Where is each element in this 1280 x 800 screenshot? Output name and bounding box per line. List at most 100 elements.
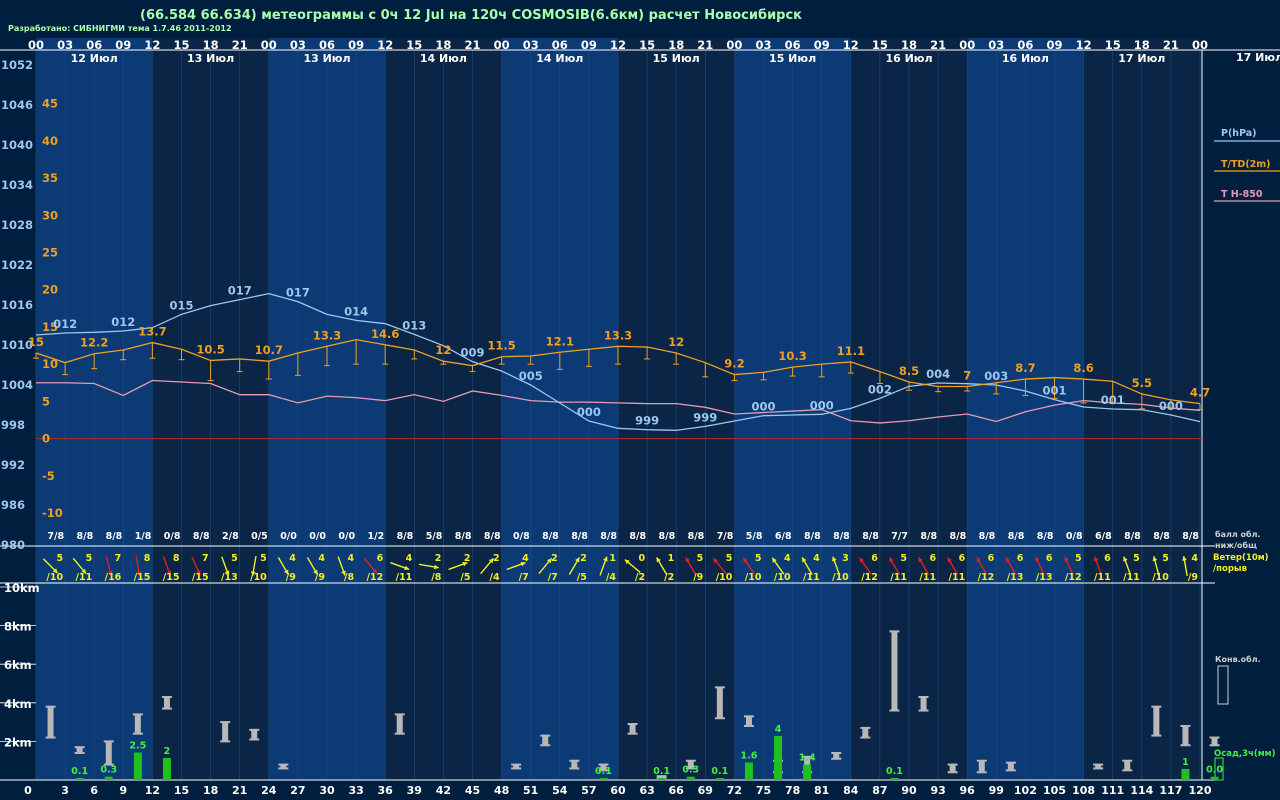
temperature-data-label: 8.6 bbox=[1073, 361, 1093, 375]
precip-bar bbox=[162, 758, 171, 780]
wind-speed-label: 7 bbox=[115, 553, 122, 564]
top-hour-tick-label: 12 bbox=[843, 38, 859, 52]
bottom-hour-tick-label: 120 bbox=[1189, 784, 1212, 797]
bottom-hour-tick-label: 84 bbox=[843, 784, 859, 797]
precip-value-label: 0.1 bbox=[71, 766, 88, 777]
top-hour-tick-label: 03 bbox=[755, 38, 771, 52]
wind-speed-label: 5 bbox=[755, 553, 762, 564]
top-hour-tick-label: 00 bbox=[261, 38, 277, 52]
temperature-data-label: 14.6 bbox=[371, 327, 399, 341]
wind-speed-label: 6 bbox=[929, 553, 936, 564]
wind-gust-label: /12 bbox=[366, 572, 383, 583]
cloud-cover-label: 8/8 bbox=[193, 531, 210, 542]
top-hour-tick-label: 09 bbox=[115, 38, 131, 52]
precip-value-label: 0.1 bbox=[886, 766, 903, 777]
wind-gust-label: /13 bbox=[1007, 572, 1024, 583]
date-label: 17 Июл bbox=[1118, 52, 1165, 65]
temperature-tick-label: 20 bbox=[42, 283, 58, 297]
bottom-hour-tick-label: 24 bbox=[261, 784, 277, 797]
developer-credit: Разработано: СИБНИГМИ тема 1.7.46 2011-2… bbox=[8, 23, 232, 33]
cloud-cover-label: 8/8 bbox=[833, 531, 850, 542]
wind-speed-label: 7 bbox=[202, 553, 209, 564]
wind-gust-label: /4 bbox=[606, 572, 616, 583]
wind-speed-label: 6 bbox=[988, 553, 995, 564]
date-label: 15 Июл bbox=[769, 52, 816, 65]
bottom-hour-tick-label: 69 bbox=[698, 784, 713, 797]
wind-speed-label: 5 bbox=[1075, 553, 1082, 564]
wind-gust-label: /15 bbox=[134, 572, 151, 583]
pressure-tick-label: 1046 bbox=[1, 98, 33, 112]
convective-cloud-bar bbox=[920, 697, 927, 711]
cloud-cover-label: 0/0 bbox=[338, 531, 355, 542]
pressure-data-label: 002 bbox=[868, 382, 892, 396]
bottom-hour-tick-label: 75 bbox=[756, 784, 771, 797]
top-hour-tick-label: 15 bbox=[173, 38, 189, 52]
pressure-data-label: 001 bbox=[1042, 384, 1066, 398]
convective-cloud-bar bbox=[163, 697, 170, 709]
cloud-cover-label: 0/5 bbox=[251, 531, 268, 542]
wind-speed-label: 5 bbox=[1162, 553, 1169, 564]
wind-gust-label: /11 bbox=[1094, 572, 1111, 583]
precip-bar bbox=[890, 778, 899, 780]
temperature-data-label: 12.2 bbox=[80, 336, 108, 350]
cloud-cover-label: 0/8 bbox=[513, 531, 530, 542]
wind-speed-label: 3 bbox=[842, 553, 849, 564]
temperature-data-label: 9.2 bbox=[724, 357, 744, 371]
top-hour-tick-label: 15 bbox=[1105, 38, 1121, 52]
convective-cloud-bar bbox=[978, 760, 985, 773]
wind-gust-label: /11 bbox=[890, 572, 907, 583]
wind-gust-label: /7 bbox=[519, 572, 529, 583]
top-hour-tick-label: 12 bbox=[377, 38, 393, 52]
precip-value-label: 4 bbox=[775, 724, 782, 735]
bottom-hour-tick-label: 87 bbox=[872, 784, 887, 797]
bottom-hour-tick-label: 93 bbox=[930, 784, 945, 797]
precip-value-label: 1.6 bbox=[741, 750, 758, 761]
convective-cloud-bar bbox=[1211, 737, 1218, 746]
wind-speed-label: 1 bbox=[668, 553, 675, 564]
meteogram-chart: 00 03 06 09 12 15 18 21 00 03 06 09 12 15 18 21 00 03 06 09… bbox=[0, 0, 1280, 800]
legend-convective-label: Конв.обл. bbox=[1215, 654, 1261, 664]
top-hour-tick-label: 18 bbox=[1134, 38, 1150, 52]
temperature-tick-label: -10 bbox=[42, 506, 63, 520]
precip-bar bbox=[1181, 769, 1190, 780]
wind-speed-label: 5 bbox=[1133, 553, 1140, 564]
height-tick-label: 6km bbox=[4, 658, 32, 672]
top-hour-tick-label: 15 bbox=[406, 38, 422, 52]
pressure-data-label: 013 bbox=[402, 318, 426, 332]
convective-cloud-bar bbox=[1153, 706, 1160, 736]
wind-gust-label: /13 bbox=[1036, 572, 1053, 583]
legend-temperature-label: T/TD(2m) bbox=[1221, 159, 1271, 170]
wind-gust-label: /12 bbox=[978, 572, 995, 583]
cloud-cover-label: 0/8 bbox=[164, 531, 181, 542]
wind-speed-label: 5 bbox=[260, 553, 267, 564]
temperature-tick-label: 45 bbox=[42, 97, 58, 111]
bottom-hour-tick-label: 18 bbox=[203, 784, 218, 797]
wind-gust-label: /11 bbox=[803, 572, 820, 583]
cloud-cover-label: 8/8 bbox=[688, 531, 705, 542]
right-date-label: 17 Июл bbox=[1236, 51, 1280, 64]
top-hour-tick-label: 00 bbox=[726, 38, 742, 52]
precip-value-label: 1.4 bbox=[799, 753, 816, 764]
temperature-data-label: 10.3 bbox=[778, 349, 806, 363]
pressure-data-label: 017 bbox=[228, 284, 252, 298]
top-hour-tick-label: 21 bbox=[697, 38, 713, 52]
convective-cloud-bar bbox=[47, 706, 54, 738]
precip-value-label: 0.0 bbox=[1206, 765, 1223, 776]
convective-cloud-bar bbox=[891, 631, 898, 711]
wind-speed-label: 6 bbox=[1046, 553, 1053, 564]
height-tick-label: 8km bbox=[4, 620, 32, 634]
chart-title: (66.584 66.634) метеограммы с 0ч 12 Jul … bbox=[140, 8, 802, 23]
precip-value-label: 0.1 bbox=[595, 766, 612, 777]
top-hour-tick-label: 12 bbox=[1076, 38, 1092, 52]
bottom-hour-tick-label: 66 bbox=[669, 784, 685, 797]
wind-speed-label: 0 bbox=[638, 553, 645, 564]
precip-value-label: 1 bbox=[1182, 757, 1189, 768]
wind-speed-label: 4 bbox=[1191, 553, 1198, 564]
bottom-hour-tick-label: 30 bbox=[319, 784, 335, 797]
wind-speed-label: 1 bbox=[609, 553, 616, 564]
wind-gust-label: /13 bbox=[221, 572, 238, 583]
precip-bar bbox=[75, 778, 84, 780]
wind-speed-label: 5 bbox=[86, 553, 93, 564]
wind-gust-label: /12 bbox=[1065, 572, 1082, 583]
bottom-hour-tick-label: 78 bbox=[785, 784, 800, 797]
